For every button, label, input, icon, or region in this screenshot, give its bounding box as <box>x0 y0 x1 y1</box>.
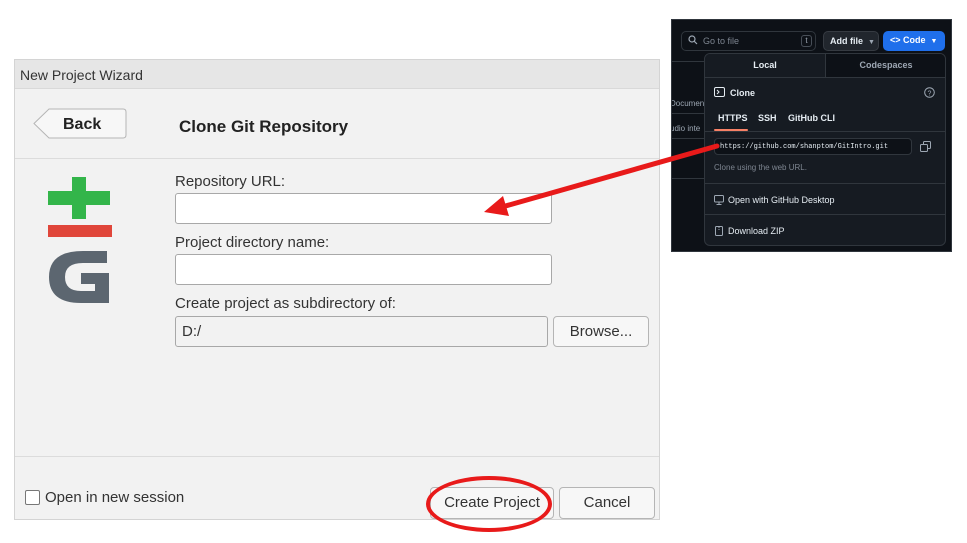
wizard-title: New Project Wizard <box>15 60 659 89</box>
protocol-tab-https[interactable]: HTTPS <box>718 113 748 123</box>
code-button[interactable]: <> Code ▼ <box>883 31 945 51</box>
tab-codespaces[interactable]: Codespaces <box>826 54 945 77</box>
repo-url-label: Repository URL: <box>175 173 286 190</box>
new-session-label: Open in new session <box>45 489 185 506</box>
search-icon <box>688 35 698 45</box>
clone-url-field[interactable]: https://github.com/shanptom/GitIntro.git <box>714 138 912 155</box>
dropdown-tabs: Local Codespaces <box>705 54 945 78</box>
create-project-button[interactable]: Create Project <box>430 487 554 519</box>
sidebar-fragment: Documen <box>671 99 705 108</box>
tab-local[interactable]: Local <box>705 54 826 77</box>
menu-divider <box>705 183 945 184</box>
sidebar-divider <box>672 113 706 114</box>
zip-icon <box>715 226 723 236</box>
search-placeholder: Go to file <box>703 36 740 46</box>
back-button-label: Back <box>63 116 102 133</box>
cancel-button[interactable]: Cancel <box>559 487 655 519</box>
github-clone-panel: Go to file t Add file ▼ <> Code ▼ Documen … <box>671 19 952 252</box>
sidebar-fragment: udio inte <box>671 124 701 133</box>
download-zip-item[interactable]: Download ZIP <box>714 226 785 236</box>
shortcut-key: t <box>801 35 812 47</box>
back-button[interactable]: Back <box>33 108 127 139</box>
git-logo-icon <box>43 175 117 315</box>
new-session-checkbox[interactable] <box>25 490 40 505</box>
sidebar-divider <box>672 138 706 139</box>
open-desktop-item[interactable]: Open with GitHub Desktop <box>714 195 835 205</box>
repo-url-input[interactable] <box>175 193 552 224</box>
download-zip-label: Download ZIP <box>728 226 785 236</box>
protocol-tab-cli[interactable]: GitHub CLI <box>788 113 835 123</box>
header-divider <box>15 158 659 159</box>
dir-name-input[interactable] <box>175 254 552 285</box>
open-desktop-label: Open with GitHub Desktop <box>728 195 835 205</box>
subdir-label: Create project as subdirectory of: <box>175 295 396 312</box>
sidebar-divider <box>672 61 706 62</box>
add-file-label: Add file <box>830 36 863 46</box>
help-icon[interactable]: ? <box>924 87 935 98</box>
wizard-heading: Clone Git Repository <box>179 117 349 136</box>
code-brackets-icon: <> <box>890 35 901 45</box>
caret-down-icon: ▼ <box>930 38 938 45</box>
protocol-tab-ssh[interactable]: SSH <box>758 113 777 123</box>
go-to-file-search[interactable]: Go to file t <box>681 31 816 51</box>
subdir-input[interactable] <box>175 316 548 347</box>
footer-divider <box>15 456 659 457</box>
clone-title-text: Clone <box>730 88 756 98</box>
clone-title: Clone <box>715 88 755 98</box>
browse-button[interactable]: Browse... <box>553 316 649 347</box>
clone-hint: Clone using the web URL. <box>714 163 807 172</box>
menu-divider <box>705 214 945 215</box>
copy-icon[interactable] <box>920 141 931 152</box>
sidebar-divider <box>672 178 706 179</box>
clone-dropdown: Local Codespaces Clone ? HTTPS SSH GitHu… <box>704 53 946 246</box>
protocol-divider <box>705 131 945 132</box>
desktop-icon <box>714 195 724 205</box>
caret-down-icon: ▼ <box>868 39 875 46</box>
new-project-wizard: New Project Wizard Back Clone Git Reposi… <box>14 59 660 520</box>
add-file-button[interactable]: Add file ▼ <box>823 31 879 51</box>
dir-name-label: Project directory name: <box>175 234 330 251</box>
svg-text:?: ? <box>928 90 932 97</box>
code-label: Code <box>903 35 926 45</box>
